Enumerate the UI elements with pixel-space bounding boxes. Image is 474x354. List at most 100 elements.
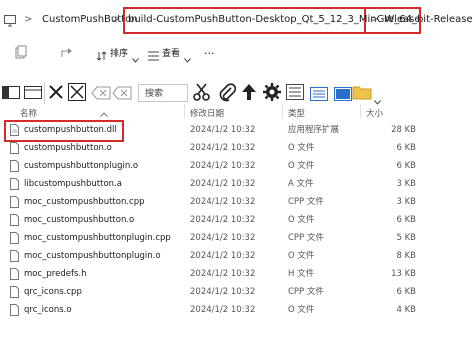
table-row[interactable]: moc_predefs.h 2024/1/2 10:32 H 文件 13 KB [0,265,474,283]
table-row[interactable]: moc_custompushbuttonplugin.cpp 2024/1/2 … [0,229,474,247]
file-name: moc_custompushbutton.cpp [24,197,145,207]
file-icon [10,196,19,208]
file-type: H 文件 [288,269,315,279]
file-size: 13 KB [391,269,416,279]
monitor-icon [4,12,16,27]
more-options-button[interactable]: ... [204,44,215,57]
scissors-icon[interactable] [192,82,212,106]
table-row[interactable]: custompushbuttonplugin.o 2024/1/2 10:32 … [0,157,474,175]
file-name: moc_custompushbutton.o [24,215,135,225]
file-list: custompushbutton.dll 2024/1/2 10:32 应用程序… [0,120,474,354]
breadcrumb-separator: > [112,14,121,25]
file-name: custompushbutton.o [24,143,112,153]
file-size: 3 KB [396,197,416,207]
file-name: custompushbutton.dll [24,125,117,135]
address-bar: > CustomPushButton > build-CustomPushBut… [0,0,474,40]
close-icon[interactable] [48,84,64,104]
breadcrumb-separator: > [24,14,33,25]
table-row[interactable]: qrc_icons.cpp 2024/1/2 10:32 CPP 文件 6 KB [0,283,474,301]
file-size: 5 KB [396,233,416,243]
view-icon [148,46,159,65]
file-type: A 文件 [288,179,314,189]
command-bar: 排序 查看 ... [0,40,474,65]
layout-icon[interactable] [24,84,42,104]
file-size: 6 KB [396,143,416,153]
file-type: O 文件 [288,215,315,225]
copy-icon[interactable] [14,44,28,63]
divider [44,82,45,104]
panes-icon[interactable] [2,84,20,104]
table-row[interactable]: moc_custompushbuttonplugin.o 2024/1/2 10… [0,247,474,265]
chevron-down-icon [184,48,191,67]
table-row[interactable]: moc_custompushbutton.cpp 2024/1/2 10:32 … [0,193,474,211]
highlight-box-address-end [361,7,421,34]
file-name: moc_predefs.h [24,269,87,279]
settings-icon[interactable] [262,82,282,106]
column-header-date[interactable]: 修改日期 [190,107,224,119]
sort-icon [96,46,108,65]
share-icon[interactable] [60,44,74,63]
properties-icon[interactable] [286,84,304,104]
column-divider [184,104,185,118]
table-row[interactable]: moc_custompushbutton.o 2024/1/2 10:32 O … [0,211,474,229]
file-type: O 文件 [288,305,315,315]
up-arrow-icon[interactable] [240,82,258,106]
file-icon [10,250,19,262]
column-divider [282,104,283,118]
file-list-header: 名称 修改日期 类型 大小 [0,102,474,121]
search-input[interactable]: 搜索 [138,84,188,102]
file-size: 6 KB [396,287,416,297]
file-icon [10,142,19,154]
file-icon [10,286,19,298]
file-date: 2024/1/2 10:32 [190,179,256,189]
file-date: 2024/1/2 10:32 [190,125,256,135]
file-name: custompushbuttonplugin.o [24,161,139,171]
file-name: qrc_icons.cpp [24,287,82,297]
file-date: 2024/1/2 10:32 [190,251,256,261]
file-size: 4 KB [396,305,416,315]
folder-icon[interactable] [352,84,372,104]
file-name: qrc_icons.o [24,305,72,315]
column-header-size[interactable]: 大小 [366,107,383,119]
file-date: 2024/1/2 10:32 [190,305,256,315]
table-row[interactable]: custompushbutton.o 2024/1/2 10:32 O 文件 6… [0,139,474,157]
column-header-name[interactable]: 名称 [20,107,37,119]
file-date: 2024/1/2 10:32 [190,269,256,279]
sort-button[interactable]: 排序 [110,46,128,59]
file-size: 3 KB [396,179,416,189]
file-date: 2024/1/2 10:32 [190,233,256,243]
details-view-icon[interactable] [334,86,352,105]
file-type: CPP 文件 [288,197,324,207]
file-type: O 文件 [288,161,315,171]
paperclip-icon[interactable] [218,82,237,106]
table-row[interactable]: qrc_icons.o 2024/1/2 10:32 O 文件 4 KB [0,301,474,319]
table-row[interactable]: libcustompushbutton.a 2024/1/2 10:32 A 文… [0,175,474,193]
file-name: moc_custompushbuttonplugin.cpp [24,233,171,243]
file-icon [10,214,19,226]
clear-icon[interactable] [112,85,132,104]
chevron-down-icon [132,48,139,67]
file-type: O 文件 [288,143,315,153]
file-size: 8 KB [396,251,416,261]
table-row[interactable]: custompushbutton.dll 2024/1/2 10:32 应用程序… [0,121,474,139]
sort-up-chevron-icon [100,102,108,121]
file-size: 6 KB [396,215,416,225]
file-type: CPP 文件 [288,233,324,243]
file-date: 2024/1/2 10:32 [190,287,256,297]
file-date: 2024/1/2 10:32 [190,197,256,207]
file-type: 应用程序扩展 [288,125,340,135]
column-header-type[interactable]: 类型 [288,107,305,119]
file-icon [10,304,19,316]
file-name: libcustompushbutton.a [24,179,122,189]
file-size: 6 KB [396,161,416,171]
delete-box-icon[interactable] [68,83,86,105]
view-button[interactable]: 查看 [162,46,180,59]
file-icon [10,178,19,190]
file-date: 2024/1/2 10:32 [190,143,256,153]
file-icon [10,160,19,172]
file-size: 28 KB [391,125,416,135]
file-date: 2024/1/2 10:32 [190,161,256,171]
search-label: 搜索 [145,89,164,99]
file-date: 2024/1/2 10:32 [190,215,256,225]
list-view-icon[interactable] [310,86,328,105]
